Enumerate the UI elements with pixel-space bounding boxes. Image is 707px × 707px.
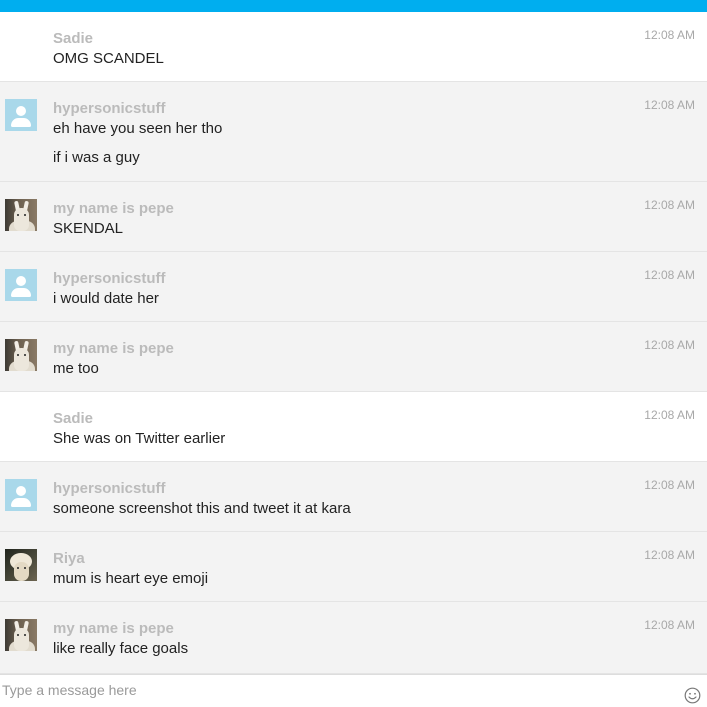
message-text: OMG SCANDEL <box>53 50 164 67</box>
timestamp: 12:08 AM <box>644 338 695 352</box>
message-item[interactable]: Riya 12:08 AM mum is heart eye emoji <box>0 532 707 602</box>
alpaca-avatar-icon[interactable] <box>5 549 37 581</box>
message-text: SKENDAL <box>53 220 124 237</box>
timestamp: 12:08 AM <box>644 478 695 492</box>
sender-name[interactable]: Sadie <box>53 410 93 428</box>
message-text: me too <box>53 360 99 377</box>
timestamp: 12:08 AM <box>644 98 695 112</box>
sender-name[interactable]: my name is pepe <box>53 340 174 358</box>
message-item[interactable]: Sadie 12:08 AM OMG SCANDEL <box>0 12 707 82</box>
sender-name[interactable]: my name is pepe <box>53 620 174 638</box>
sender-name[interactable]: Riya <box>53 550 85 568</box>
smiley-icon[interactable] <box>684 687 701 704</box>
message-item[interactable]: Sadie 12:08 AM She was on Twitter earlie… <box>0 392 707 462</box>
message-item[interactable]: my name is pepe 12:08 AM SKENDAL <box>0 182 707 252</box>
message-text: like really face goals <box>53 640 189 657</box>
sender-name[interactable]: hypersonicstuff <box>53 100 166 118</box>
message-text: if i was a guy <box>53 149 140 166</box>
message-text: i would date her <box>53 290 159 307</box>
llama-avatar-icon[interactable] <box>5 339 37 371</box>
top-accent-bar <box>0 0 707 12</box>
message-list[interactable]: Sadie 12:08 AM OMG SCANDEL hypersonicstu… <box>0 12 707 674</box>
message-text: mum is heart eye emoji <box>53 570 209 587</box>
llama-avatar-icon[interactable] <box>5 199 37 231</box>
message-item[interactable]: hypersonicstuff 12:08 AM eh have you see… <box>0 82 707 182</box>
message-text: She was on Twitter earlier <box>53 430 226 447</box>
message-composer <box>0 674 707 707</box>
message-item[interactable]: hypersonicstuff 12:08 AM i would date he… <box>0 252 707 322</box>
message-item[interactable]: my name is pepe 12:08 AM like really fac… <box>0 602 707 674</box>
default-user-icon[interactable] <box>5 479 37 511</box>
sender-name[interactable]: hypersonicstuff <box>53 480 166 498</box>
default-user-icon[interactable] <box>5 269 37 301</box>
message-input[interactable] <box>0 680 672 700</box>
timestamp: 12:08 AM <box>644 408 695 422</box>
chat-window: Sadie 12:08 AM OMG SCANDEL hypersonicstu… <box>0 0 707 707</box>
message-text: someone screenshot this and tweet it at … <box>53 500 351 517</box>
default-user-icon[interactable] <box>5 99 37 131</box>
message-item[interactable]: my name is pepe 12:08 AM me too <box>0 322 707 392</box>
timestamp: 12:08 AM <box>644 618 695 632</box>
timestamp: 12:08 AM <box>644 198 695 212</box>
timestamp: 12:08 AM <box>644 28 695 42</box>
sender-name[interactable]: Sadie <box>53 30 93 48</box>
timestamp: 12:08 AM <box>644 268 695 282</box>
message-item[interactable]: hypersonicstuff 12:08 AM someone screens… <box>0 462 707 532</box>
sender-name[interactable]: my name is pepe <box>53 200 174 218</box>
timestamp: 12:08 AM <box>644 548 695 562</box>
llama-avatar-icon[interactable] <box>5 619 37 651</box>
message-text: eh have you seen her tho <box>53 120 223 137</box>
sender-name[interactable]: hypersonicstuff <box>53 270 166 288</box>
